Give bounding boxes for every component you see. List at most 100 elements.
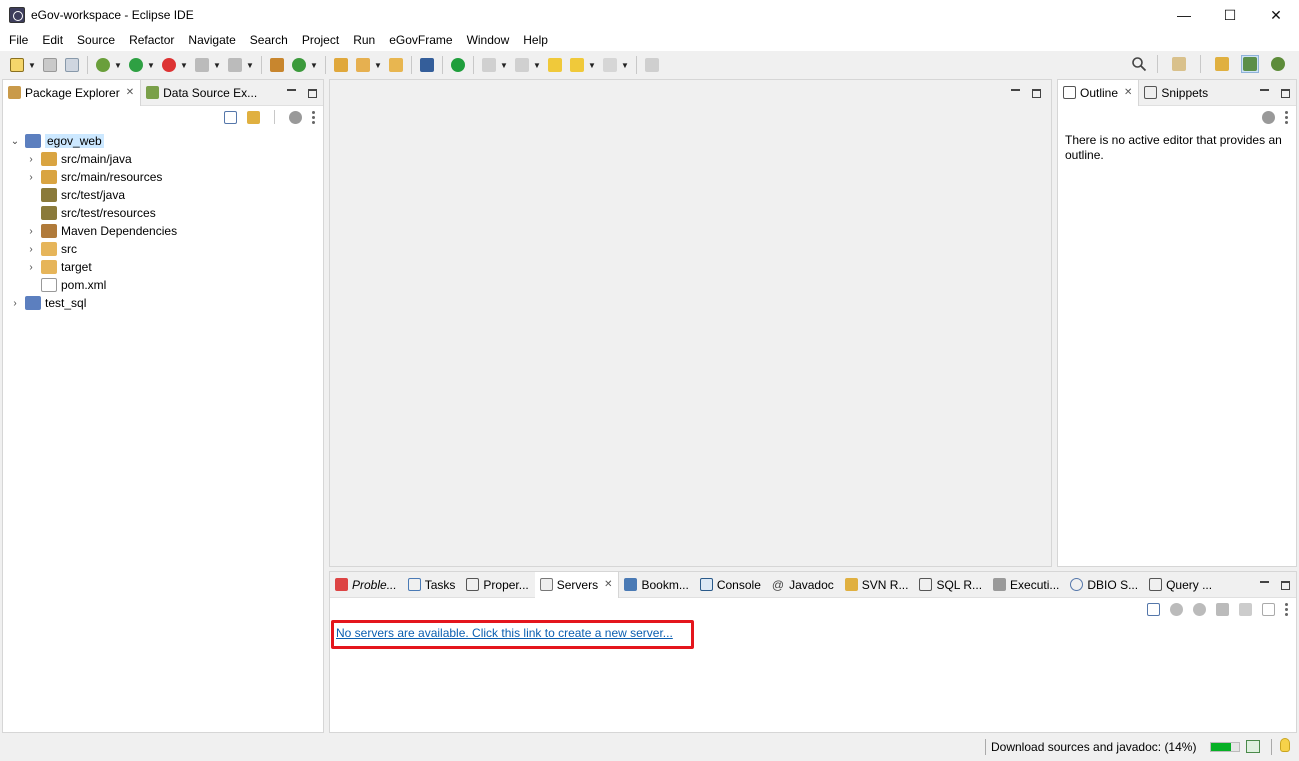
menu-run[interactable]: Run [346, 30, 382, 51]
tab-problems[interactable]: Proble... [330, 572, 403, 598]
close-icon[interactable]: ✕ [126, 87, 134, 98]
stop-server-icon[interactable] [1239, 602, 1252, 616]
maximize-icon[interactable] [1281, 580, 1290, 590]
debug-server-icon[interactable] [1170, 602, 1183, 616]
tree-item-src-main-java[interactable]: › src/main/java [3, 150, 323, 168]
tree-item-src-test-java[interactable]: src/test/java [3, 186, 323, 204]
maximize-icon[interactable] [308, 88, 317, 98]
start-server-icon[interactable] [1193, 602, 1206, 616]
maximize-button[interactable]: ☐ [1207, 0, 1253, 30]
tab-javadoc[interactable]: @ Javadoc [767, 572, 840, 598]
monitor-icon[interactable] [418, 56, 436, 74]
chevron-down-icon[interactable]: ▼ [588, 61, 596, 70]
chevron-down-icon[interactable]: ▼ [374, 61, 382, 70]
chevron-down-icon[interactable]: ▼ [621, 61, 629, 70]
chevron-right-icon[interactable]: › [25, 261, 37, 273]
tab-console[interactable]: Console [695, 572, 767, 598]
tab-bookmarks[interactable]: Bookm... [619, 572, 694, 598]
minimize-icon[interactable] [1011, 89, 1020, 91]
new-icon[interactable] [8, 56, 26, 74]
debug-perspective-icon[interactable] [1269, 55, 1287, 73]
menu-project[interactable]: Project [295, 30, 346, 51]
collapse-all-icon[interactable] [224, 110, 237, 124]
prev-annotation-icon[interactable] [513, 56, 531, 74]
run-external-icon[interactable] [160, 56, 178, 74]
editor-area[interactable] [329, 79, 1052, 567]
tab-sql-results[interactable]: SQL R... [914, 572, 988, 598]
chevron-down-icon[interactable]: ▼ [310, 61, 318, 70]
progress-view-icon[interactable] [1246, 740, 1260, 753]
tree-item-test-sql[interactable]: › test_sql [3, 294, 323, 312]
chevron-right-icon[interactable]: › [25, 225, 37, 237]
menu-file[interactable]: File [2, 30, 35, 51]
maximize-icon[interactable] [1281, 88, 1290, 98]
chevron-right-icon[interactable]: › [25, 153, 37, 165]
chevron-down-icon[interactable]: ▼ [114, 61, 122, 70]
link-with-editor-icon[interactable] [247, 110, 260, 124]
tree-item-src-test-resources[interactable]: src/test/resources [3, 204, 323, 222]
tab-package-explorer[interactable]: Package Explorer ✕ [3, 79, 142, 106]
minimize-button[interactable]: — [1161, 0, 1207, 30]
tree-item-src[interactable]: › src [3, 240, 323, 258]
chevron-down-icon[interactable]: ▼ [500, 61, 508, 70]
tab-svn-repositories[interactable]: SVN R... [840, 572, 915, 598]
last-edit-icon[interactable] [546, 56, 564, 74]
stop-icon[interactable] [193, 56, 211, 74]
open-folder-icon[interactable] [387, 56, 405, 74]
chevron-down-icon[interactable]: ▼ [246, 61, 254, 70]
tab-query[interactable]: Query ... [1144, 572, 1218, 598]
tab-dbio-search[interactable]: DBIO S... [1065, 572, 1144, 598]
publish-icon[interactable] [1262, 602, 1275, 616]
open-task-icon[interactable] [354, 56, 372, 74]
tab-snippets[interactable]: Snippets [1139, 80, 1214, 106]
package-icon[interactable] [268, 56, 286, 74]
profile-server-icon[interactable] [1216, 602, 1229, 616]
run-icon[interactable] [127, 56, 145, 74]
tree-item-maven-dependencies[interactable]: › Maven Dependencies [3, 222, 323, 240]
filters-icon[interactable] [1262, 110, 1275, 124]
new-java-class-icon[interactable] [290, 56, 308, 74]
chevron-down-icon[interactable]: ▼ [533, 61, 541, 70]
open-perspective-icon[interactable] [1170, 55, 1188, 73]
close-window-button[interactable]: ✕ [1253, 0, 1299, 30]
chevron-right-icon[interactable]: › [25, 171, 37, 183]
tab-servers[interactable]: Servers ✕ [534, 571, 620, 598]
minimize-icon[interactable] [1260, 89, 1269, 91]
minimize-icon[interactable] [1260, 581, 1269, 583]
chevron-down-icon[interactable]: ▼ [180, 61, 188, 70]
tree-item-egov-web[interactable]: ⌄ egov_web [3, 132, 323, 150]
tab-properties[interactable]: Proper... [461, 572, 534, 598]
forward-icon[interactable] [601, 56, 619, 74]
menu-egovframe[interactable]: eGovFrame [382, 30, 459, 51]
tree-item-src-main-resources[interactable]: › src/main/resources [3, 168, 323, 186]
filters-icon[interactable] [289, 110, 302, 124]
maximize-icon[interactable] [1032, 88, 1041, 98]
menu-window[interactable]: Window [460, 30, 517, 51]
egov-perspective-icon[interactable] [1241, 55, 1259, 73]
save-all-icon[interactable] [63, 56, 81, 74]
menu-search[interactable]: Search [243, 30, 295, 51]
disconnect-icon[interactable] [226, 56, 244, 74]
minimize-icon[interactable] [287, 89, 296, 91]
tab-tasks[interactable]: Tasks [403, 572, 462, 598]
view-menu-icon[interactable] [1285, 602, 1288, 616]
chevron-down-icon[interactable]: ▼ [147, 61, 155, 70]
lightbulb-icon[interactable] [1280, 738, 1290, 752]
view-menu-icon[interactable] [312, 110, 315, 124]
menu-source[interactable]: Source [70, 30, 122, 51]
save-icon[interactable] [41, 56, 59, 74]
menu-edit[interactable]: Edit [35, 30, 70, 51]
open-type-icon[interactable] [332, 56, 350, 74]
power-icon[interactable] [449, 56, 467, 74]
debug-icon[interactable] [94, 56, 112, 74]
menu-help[interactable]: Help [516, 30, 555, 51]
chevron-right-icon[interactable]: › [9, 297, 21, 309]
menu-refactor[interactable]: Refactor [122, 30, 181, 51]
search-icon[interactable] [1131, 56, 1147, 72]
chevron-right-icon[interactable]: › [25, 243, 37, 255]
chevron-down-icon[interactable]: ⌄ [9, 135, 21, 147]
collapse-all-icon[interactable] [1147, 602, 1160, 616]
java-perspective-icon[interactable] [1213, 55, 1231, 73]
view-menu-icon[interactable] [1285, 110, 1288, 124]
tree-item-pom-xml[interactable]: pom.xml [3, 276, 323, 294]
